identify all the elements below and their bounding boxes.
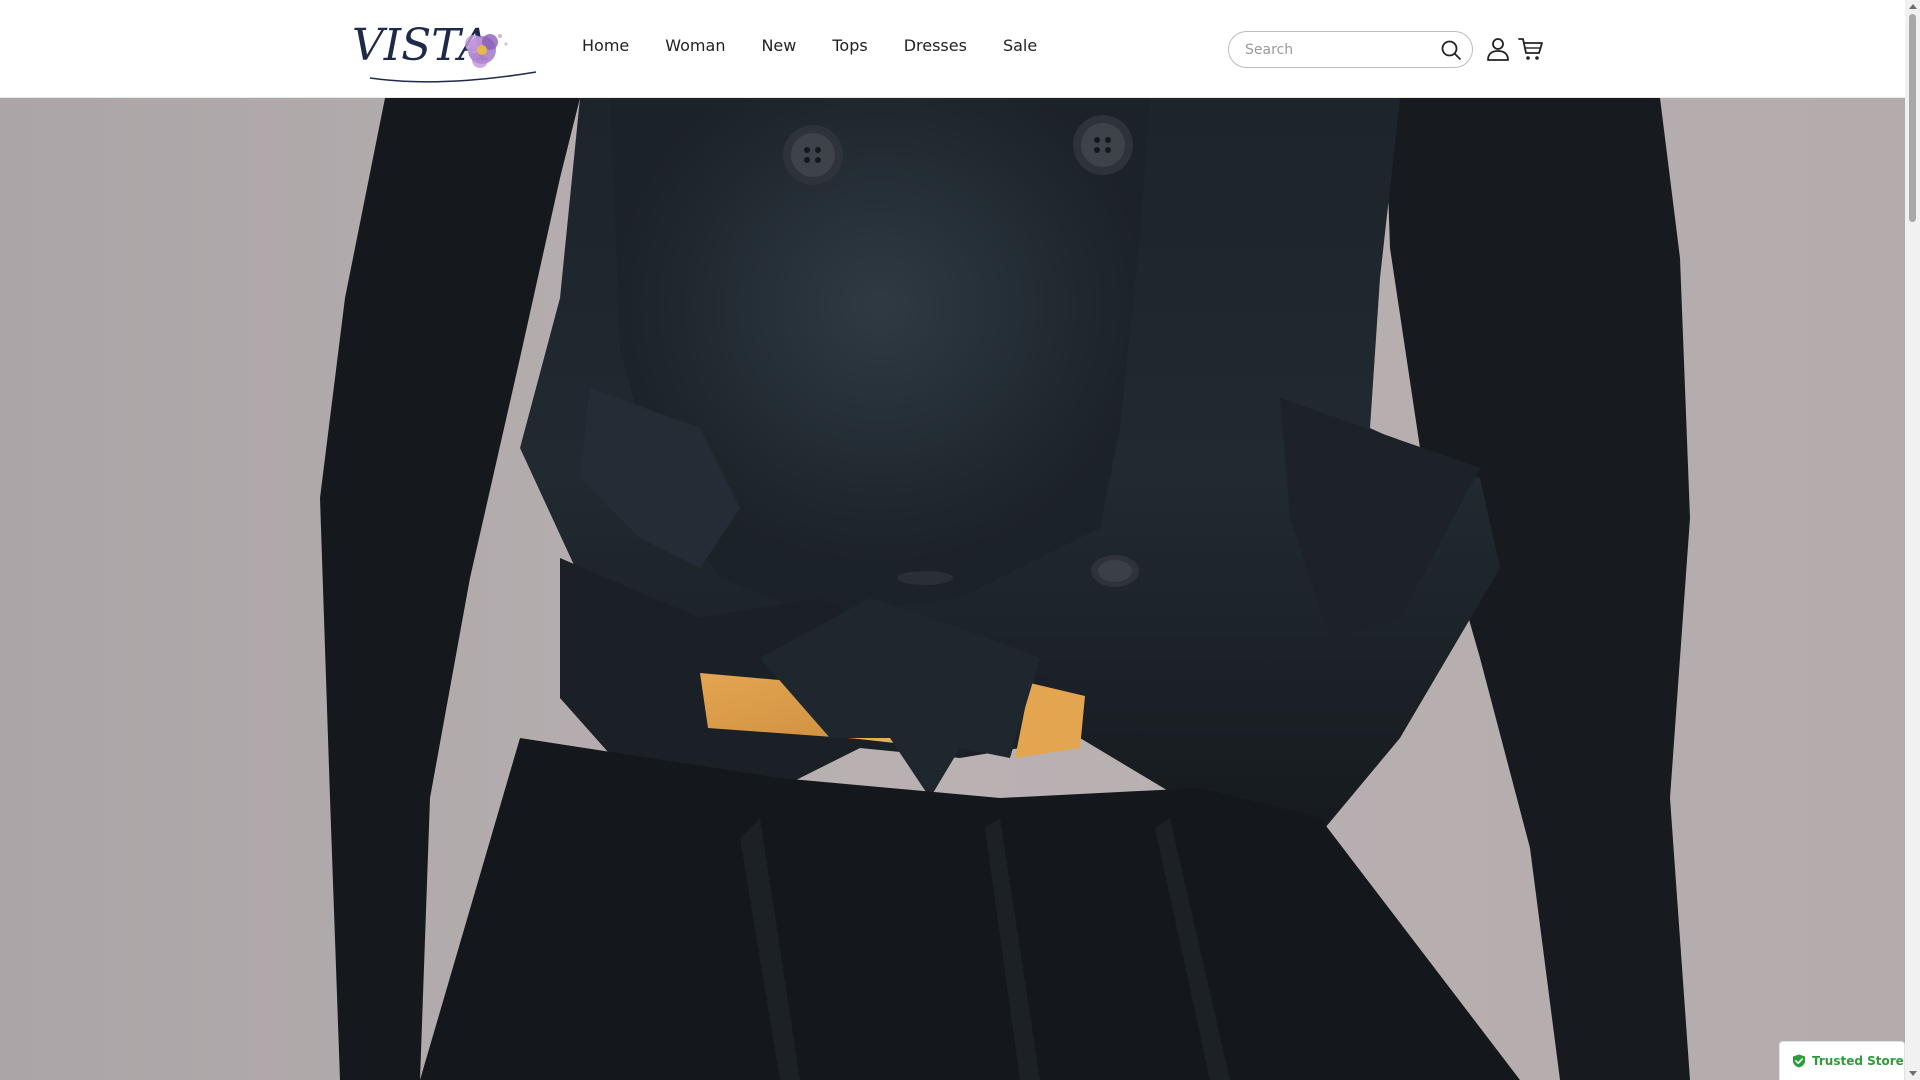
user-icon[interactable]	[1485, 36, 1511, 62]
page-scrollbar[interactable]	[1905, 0, 1920, 1080]
scroll-thumb[interactable]	[1909, 14, 1916, 222]
search-box	[1228, 31, 1473, 68]
nav-item-dresses[interactable]: Dresses	[904, 36, 967, 55]
scroll-up-icon[interactable]	[1909, 4, 1917, 9]
site-header: VISTA Home Woman New Tops Dresses Sale	[0, 0, 1905, 98]
search-icon[interactable]	[1440, 39, 1462, 61]
trusted-store-label: Trusted Store	[1812, 1054, 1904, 1068]
nav-item-new[interactable]: New	[761, 36, 796, 55]
shield-check-icon	[1793, 1054, 1805, 1068]
brand-logo[interactable]: VISTA	[350, 8, 540, 88]
search-input[interactable]	[1243, 32, 1433, 67]
nav-item-woman[interactable]: Woman	[665, 36, 725, 55]
scroll-down-icon[interactable]	[1909, 1071, 1917, 1076]
nav-item-tops[interactable]: Tops	[832, 36, 867, 55]
hero-image[interactable]	[0, 98, 1905, 1080]
main-nav: Home Woman New Tops Dresses Sale	[582, 36, 1073, 55]
nav-item-sale[interactable]: Sale	[1003, 36, 1037, 55]
trusted-store-badge[interactable]: Trusted Store	[1779, 1041, 1905, 1080]
hero-illustration	[0, 98, 1905, 1080]
nav-item-home[interactable]: Home	[582, 36, 629, 55]
page: VISTA Home Woman New Tops Dresses Sale S…	[0, 0, 1905, 1080]
cart-icon[interactable]	[1518, 36, 1544, 62]
logo-swash	[369, 71, 537, 83]
